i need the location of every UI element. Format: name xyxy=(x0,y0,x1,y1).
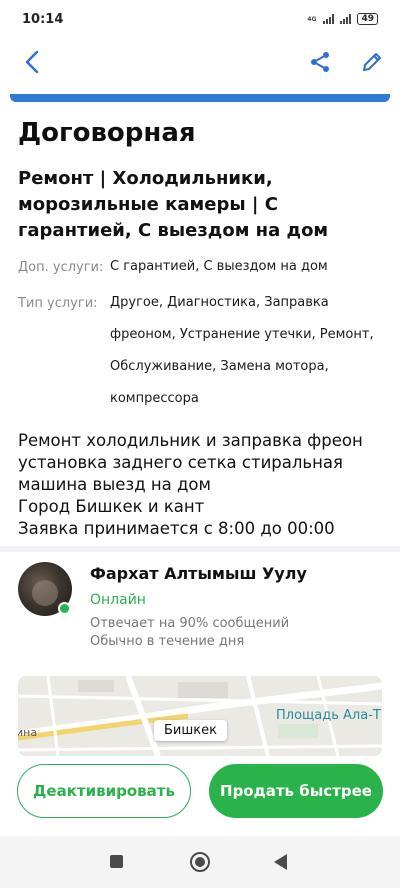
listing-description: Ремонт холодильник и заправка фреон уста… xyxy=(18,431,363,538)
chevron-left-icon xyxy=(25,50,39,74)
seller-reply-rate: Отвечает на 90% сообщений xyxy=(90,616,290,631)
status-bar: 10:14 4G 49 xyxy=(0,0,400,38)
pencil-icon xyxy=(363,53,381,71)
back-triangle-icon[interactable] xyxy=(274,854,287,870)
listing-title: Ремонт | Холодильники, морозильные камер… xyxy=(18,168,329,241)
property-label: Доп. услуги: xyxy=(18,260,104,275)
section-divider xyxy=(0,546,400,552)
online-indicator xyxy=(58,602,71,615)
home-icon[interactable] xyxy=(190,852,210,872)
system-nav-bar xyxy=(0,836,400,888)
share-icon xyxy=(311,52,329,72)
share-button[interactable] xyxy=(304,46,336,78)
signal-icon xyxy=(323,14,335,24)
property-value: С гарантией, С выездом на дом xyxy=(110,259,328,274)
edit-button[interactable] xyxy=(356,46,388,78)
map-place-label: Площадь Ала-Т xyxy=(276,708,381,723)
sell-faster-button[interactable]: Продать быстрее xyxy=(209,764,383,818)
back-button[interactable] xyxy=(16,46,48,78)
price: Договорная xyxy=(18,118,196,148)
status-time: 10:14 xyxy=(22,11,64,27)
map-street-label: ина xyxy=(18,726,38,739)
seller-online-status: Онлайн xyxy=(90,592,146,608)
seller-card[interactable]: Фархат Алтымыш Уулу Онлайн Отвечает на 9… xyxy=(18,560,388,660)
property-service-type: Тип услуги: Другое, Диагностика, Заправк… xyxy=(18,295,382,415)
seller-name[interactable]: Фархат Алтымыш Уулу xyxy=(90,564,307,583)
property-additional-services: Доп. услуги: С гарантией, С выездом на д… xyxy=(18,259,382,283)
top-app-bar xyxy=(0,40,400,84)
network-type-label: 4G xyxy=(307,15,317,23)
signal-icon-2 xyxy=(340,14,352,24)
location-map[interactable]: ина Площадь Ала-Т Бишкек xyxy=(18,676,382,756)
map-city-label: Бишкек xyxy=(154,720,227,741)
status-icons: 4G 49 xyxy=(307,13,378,25)
seller-reply-info: Отвечает на 90% сообщений Обычно в течен… xyxy=(90,615,289,651)
deactivate-button[interactable]: Деактивировать xyxy=(17,764,191,818)
property-label: Тип услуги: xyxy=(18,296,98,311)
bottom-actions: Деактивировать Продать быстрее xyxy=(0,760,400,830)
recents-icon[interactable] xyxy=(110,855,123,868)
accent-bar xyxy=(10,94,390,102)
battery-icon: 49 xyxy=(357,13,378,25)
property-value: Другое, Диагностика, Заправка фреоном, У… xyxy=(110,295,374,406)
seller-reply-time: Обычно в течение дня xyxy=(90,634,245,649)
